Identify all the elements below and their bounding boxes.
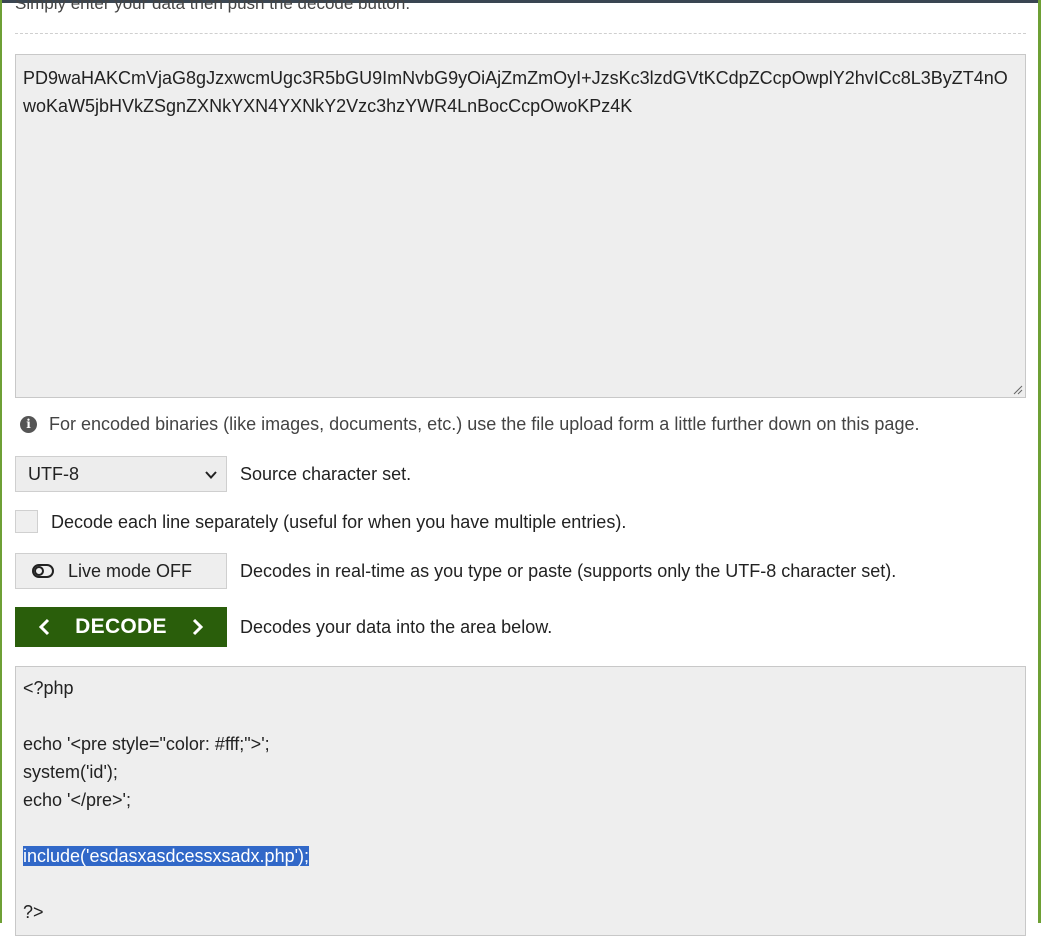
decode-button-label: DECODE: [75, 615, 167, 638]
info-icon: i: [20, 415, 37, 433]
charset-label: Source character set.: [240, 464, 412, 484]
decode-each-line-label: Decode each line separately (useful for …: [51, 512, 627, 532]
output-line: ?>: [23, 902, 44, 922]
live-mode-button-label: Live mode OFF: [68, 560, 193, 581]
decode-button[interactable]: DECODE: [15, 607, 227, 647]
output-line: system('id');: [23, 762, 118, 782]
live-mode-label: Decodes in real-time as you type or past…: [240, 561, 897, 581]
output-line: echo '</pre>';: [23, 790, 131, 810]
toggle-off-icon: [32, 564, 54, 578]
output-line: <?php: [23, 678, 74, 698]
output-line: echo '<pre style="color: #fff;">';: [23, 734, 270, 754]
charset-select[interactable]: UTF-8: [15, 456, 227, 492]
binary-info-note: i For encoded binaries (like images, doc…: [20, 412, 919, 436]
resize-grip-icon[interactable]: [1011, 383, 1023, 395]
decode-each-line-checkbox[interactable]: [15, 510, 38, 533]
divider: [15, 33, 1026, 34]
intro-text: Simply enter your data then push the dec…: [15, 0, 411, 13]
decode-label: Decodes your data into the area below.: [240, 617, 553, 637]
output-line-selected: include('esdasxasdcessxsadx.php');: [23, 842, 1018, 870]
chevron-down-icon: [205, 471, 217, 479]
live-mode-toggle-button[interactable]: Live mode OFF: [15, 553, 227, 589]
encoded-input-textarea[interactable]: PD9waHAKCmVjaG8gJzxwcmUgc3R5bGU9ImNvbG9y…: [15, 54, 1026, 398]
decoded-output-textarea[interactable]: <?php echo '<pre style="color: #fff;">';…: [15, 666, 1026, 936]
selected-text: include('esdasxasdcessxsadx.php');: [23, 846, 310, 866]
charset-selected-value: UTF-8: [28, 463, 79, 484]
chevron-right-icon: [192, 618, 203, 636]
encoded-input-value: PD9waHAKCmVjaG8gJzxwcmUgc3R5bGU9ImNvbG9y…: [23, 68, 1008, 116]
binary-info-text: For encoded binaries (like images, docum…: [49, 413, 920, 434]
window-left-border: [0, 0, 2, 923]
chevron-left-icon: [39, 618, 50, 636]
